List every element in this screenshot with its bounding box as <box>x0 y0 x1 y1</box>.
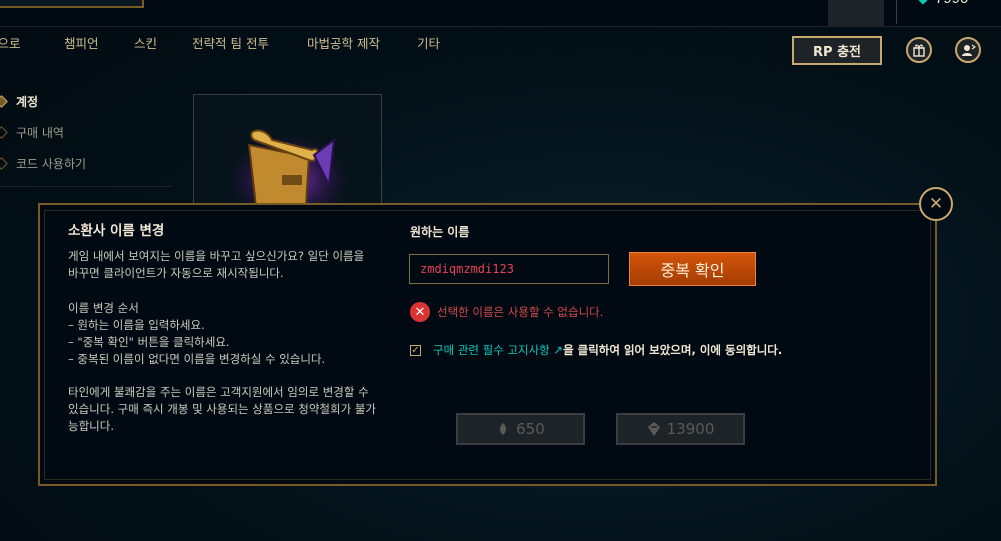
diamond-icon <box>0 94 8 108</box>
rp-coin-icon <box>500 423 507 435</box>
nav-other[interactable]: 기타 <box>417 33 440 52</box>
dialog-steps-text: 이름 변경 순서 – 원하는 이름을 입력하세요. – "중복 확인" 버튼을 … <box>68 301 326 366</box>
top-divider <box>896 0 897 24</box>
notice-link[interactable]: 구매 관련 필수 고지사항 <box>433 343 550 357</box>
user-switch-icon <box>962 44 976 56</box>
gift-button[interactable] <box>906 37 932 63</box>
external-link-icon: ↗ <box>549 343 564 357</box>
diamond-icon <box>0 156 8 170</box>
sidebar-item-label: 코드 사용하기 <box>16 156 87 171</box>
error-x-icon: ✕ <box>410 302 430 322</box>
agree-rest-text: 을 클릭하여 읽어 보았으며, 이에 동의합니다. <box>563 343 783 357</box>
rp-purchase-button[interactable]: RP 충전 <box>792 36 882 65</box>
dialog-title: 소환사 이름 변경 <box>68 223 165 239</box>
nav-hextech[interactable]: 마법공학 제작 <box>307 33 380 52</box>
agree-checkbox[interactable]: ✓ <box>410 345 421 356</box>
rp-icon: ◆ <box>918 0 928 7</box>
buy-with-be-button[interactable]: 13900 <box>616 413 745 445</box>
be-price: 13900 <box>666 420 715 438</box>
name-change-scroll-icon <box>229 129 349 213</box>
buy-with-rp-button[interactable]: 650 <box>456 413 585 445</box>
sidebar-item-label: 구매 내역 <box>16 125 64 140</box>
check-duplicate-button[interactable]: 중복 확인 <box>629 252 756 286</box>
close-icon: ✕ <box>928 194 944 214</box>
product-card <box>193 94 382 214</box>
nav-champions[interactable]: 챔피언 <box>64 33 99 52</box>
top-panel-tab[interactable] <box>828 0 884 26</box>
desired-name-label: 원하는 이름 <box>410 225 470 239</box>
sidebar-item-label: 계정 <box>16 94 39 109</box>
diamond-icon <box>0 125 8 139</box>
sidebar-item-account[interactable]: 계정 <box>0 92 38 110</box>
nav-home[interactable]: 홈으로 <box>0 33 21 52</box>
nav-tft[interactable]: 전략적 팀 전투 <box>192 33 269 52</box>
gift-icon <box>913 44 925 57</box>
blue-essence-icon <box>647 422 660 436</box>
close-dialog-button[interactable]: ✕ <box>919 187 953 221</box>
sidebar-item-purchase-history[interactable]: 구매 내역 <box>0 123 64 141</box>
summoner-name-input[interactable] <box>409 254 609 284</box>
sidebar-divider <box>0 186 172 187</box>
rp-price: 650 <box>516 420 545 438</box>
rp-balance: 7990 <box>935 0 968 7</box>
xp-progress-bar <box>0 0 144 8</box>
nav-skins[interactable]: 스킨 <box>134 33 157 52</box>
agree-text: 구매 관련 필수 고지사항 ↗을 클릭하여 읽어 보았으며, 이에 동의합니다. <box>433 342 783 359</box>
sidebar-item-redeem-code[interactable]: 코드 사용하기 <box>0 154 86 172</box>
name-error-message: 선택한 이름은 사용할 수 없습니다. <box>437 305 604 319</box>
dialog-warning-text: 타인에게 불쾌감을 주는 이름은 고객지원에서 임의로 변경할 수 있습니다. … <box>68 385 376 433</box>
dialog-intro-text: 게임 내에서 보여지는 이름을 바꾸고 싶으신가요? 일단 이름을 바꾸면 클라… <box>68 249 365 280</box>
account-button[interactable] <box>955 37 981 63</box>
